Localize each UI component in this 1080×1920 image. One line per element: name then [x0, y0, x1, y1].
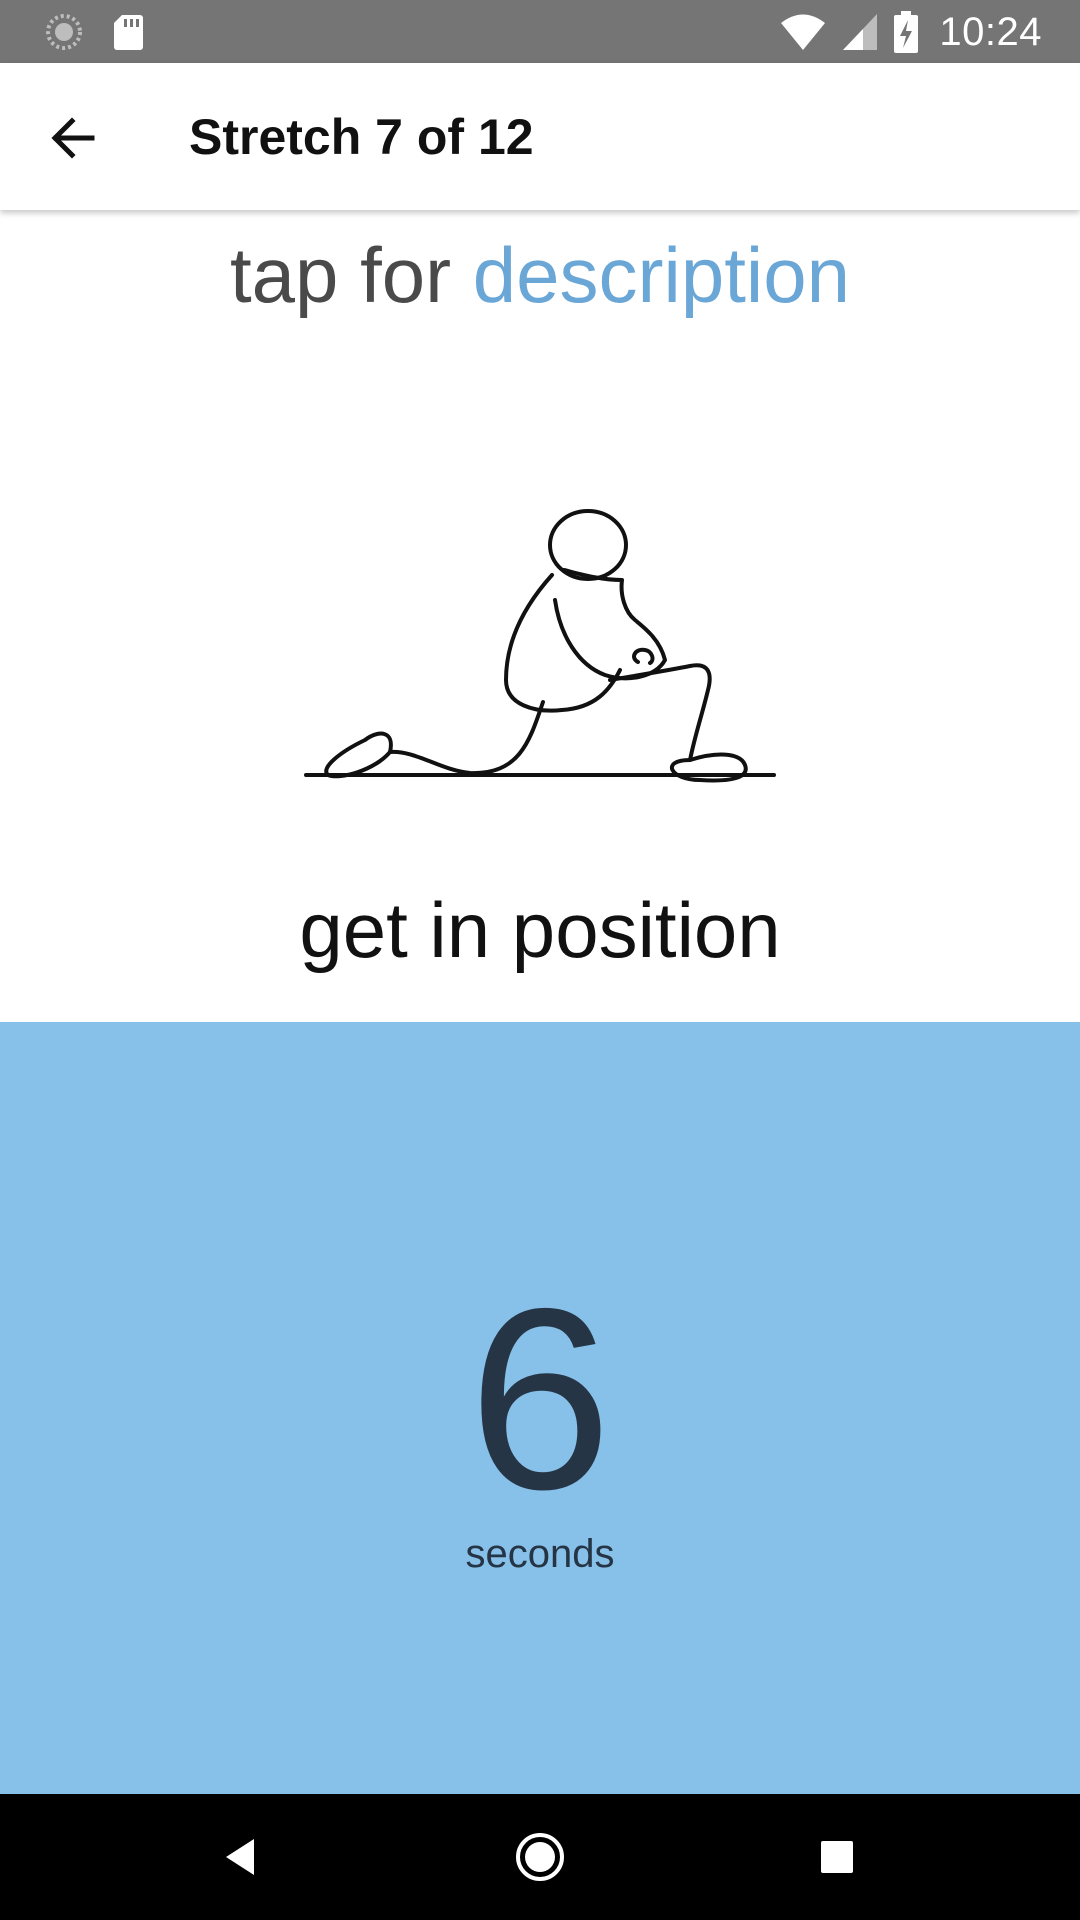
app-bar: Stretch 7 of 12 [0, 63, 1080, 210]
battery-charging-icon [894, 11, 919, 53]
status-time: 10:24 [939, 9, 1042, 54]
home-circle-icon [516, 1833, 564, 1881]
back-button[interactable] [38, 103, 108, 173]
kneeling-stretch-figure [304, 509, 776, 783]
system-nav-bar [0, 1794, 1080, 1920]
description-link-text: description [472, 231, 850, 319]
back-triangle-icon [226, 1839, 254, 1875]
stretch-content: tap for description get in position [0, 210, 1080, 1022]
status-right-icons: 10:24 [779, 10, 1042, 54]
page-title: Stretch 7 of 12 [189, 109, 534, 165]
stretch-illustration [300, 430, 780, 790]
figure-front-leg [608, 663, 712, 762]
status-left-icons [44, 10, 144, 54]
figure-hand [632, 647, 655, 665]
timer-panel[interactable]: 6 seconds [0, 1022, 1080, 1794]
figure-head [548, 509, 628, 581]
figure-back-leg [388, 700, 545, 776]
nav-recents-button[interactable] [797, 1822, 877, 1892]
timer-unit-label: seconds [465, 1532, 615, 1576]
timer-countdown: 6 [468, 1254, 612, 1543]
cell-signal-icon [843, 14, 878, 50]
wifi-icon [781, 14, 826, 50]
description-prefix: tap for [229, 231, 473, 319]
nav-home-button[interactable] [500, 1822, 580, 1892]
status-bar: 10:24 [0, 0, 1080, 63]
figure-back-foot [324, 731, 393, 779]
arrow-left-icon [51, 117, 95, 159]
recents-square-icon [821, 1841, 853, 1873]
position-instruction: get in position [299, 886, 781, 974]
description-link[interactable]: tap for description [0, 230, 1080, 321]
nav-back-button[interactable] [200, 1822, 280, 1892]
figure-torso [504, 573, 622, 713]
sd-card-icon [114, 15, 143, 50]
sync-icon [46, 14, 82, 50]
